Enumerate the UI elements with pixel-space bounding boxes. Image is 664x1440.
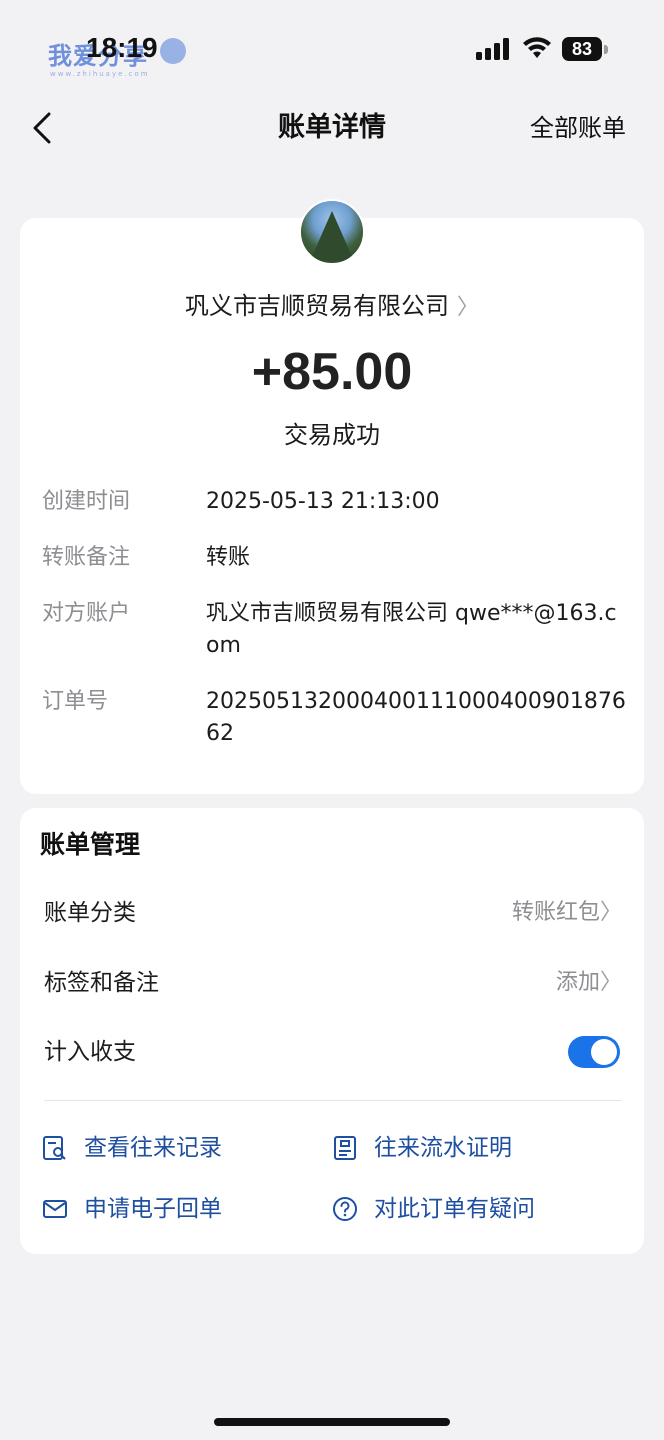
document-icon bbox=[334, 1136, 356, 1160]
tags-notes-label: 标签和备注 bbox=[44, 970, 159, 996]
transaction-amount: +85.00 bbox=[251, 343, 413, 401]
toggle-knob bbox=[591, 1039, 617, 1065]
e-receipt-label: 申请电子回单 bbox=[84, 1196, 222, 1222]
transaction-status: 交易成功 bbox=[284, 421, 380, 449]
include-in-budget-label: 计入收支 bbox=[44, 1039, 136, 1065]
view-records-label: 查看往来记录 bbox=[84, 1135, 222, 1161]
e-receipt-button[interactable]: 申请电子回单 bbox=[42, 1191, 222, 1227]
counterparty-account-value: 巩义市吉顺贸易有限公司 qwe***@163.com bbox=[206, 601, 617, 658]
battery-cap bbox=[604, 45, 608, 54]
created-time-label: 创建时间 bbox=[42, 489, 131, 514]
bill-category-label: 账单分类 bbox=[44, 900, 136, 926]
status-time: 18:19 bbox=[86, 32, 158, 63]
mail-icon bbox=[43, 1200, 67, 1218]
cellular-signal-icon bbox=[476, 38, 509, 60]
chevron-right-icon: 〉 bbox=[456, 295, 479, 320]
chevron-right-icon[interactable]: 〉 bbox=[600, 966, 622, 1000]
bill-category-value[interactable]: 转账红包 bbox=[512, 896, 600, 930]
watermark-logo-icon bbox=[160, 38, 186, 64]
include-in-budget-toggle[interactable] bbox=[568, 1036, 620, 1068]
divider bbox=[44, 1100, 622, 1101]
chevron-right-icon[interactable]: 〉 bbox=[600, 896, 622, 930]
payee-name-row[interactable]: 巩义市吉顺贸易有限公司〉 bbox=[0, 288, 664, 326]
wifi-icon bbox=[523, 37, 551, 58]
status-bar: 我爱分享 www.zhihuaye.com 18:19 83 bbox=[0, 0, 664, 100]
search-record-icon bbox=[43, 1136, 66, 1160]
tags-notes-add[interactable]: 添加 bbox=[556, 966, 600, 1000]
all-bills-button[interactable]: 全部账单 bbox=[530, 108, 626, 148]
battery-level: 83 bbox=[571, 38, 593, 59]
order-question-button[interactable]: 对此订单有疑问 bbox=[332, 1191, 535, 1227]
home-indicator[interactable] bbox=[214, 1418, 450, 1426]
question-icon bbox=[333, 1197, 357, 1221]
transfer-note-label: 转账备注 bbox=[42, 545, 131, 570]
payee-avatar bbox=[299, 199, 365, 265]
watermark-subtext: www.zhihuaye.com bbox=[50, 70, 150, 78]
view-records-button[interactable]: 查看往来记录 bbox=[42, 1130, 222, 1166]
battery-icon: 83 bbox=[562, 37, 602, 61]
transfer-note-value: 转账 bbox=[206, 545, 251, 570]
bill-management-card bbox=[20, 808, 644, 1254]
statement-proof-button[interactable]: 往来流水证明 bbox=[332, 1130, 512, 1166]
order-number-value: 20250513200040011100040090187662 bbox=[206, 689, 626, 746]
order-number-label: 订单号 bbox=[42, 689, 109, 714]
payee-name: 巩义市吉顺贸易有限公司 bbox=[184, 292, 449, 320]
bill-management-title: 账单管理 bbox=[40, 830, 141, 859]
bill-detail-screen: 我爱分享 www.zhihuaye.com 18:19 83 账单详情 全部账单 bbox=[0, 0, 664, 1440]
created-time-value: 2025-05-13 21:13:00 bbox=[206, 489, 440, 514]
order-question-label: 对此订单有疑问 bbox=[374, 1196, 535, 1222]
statement-proof-label: 往来流水证明 bbox=[374, 1135, 512, 1161]
counterparty-account-label: 对方账户 bbox=[42, 601, 131, 626]
